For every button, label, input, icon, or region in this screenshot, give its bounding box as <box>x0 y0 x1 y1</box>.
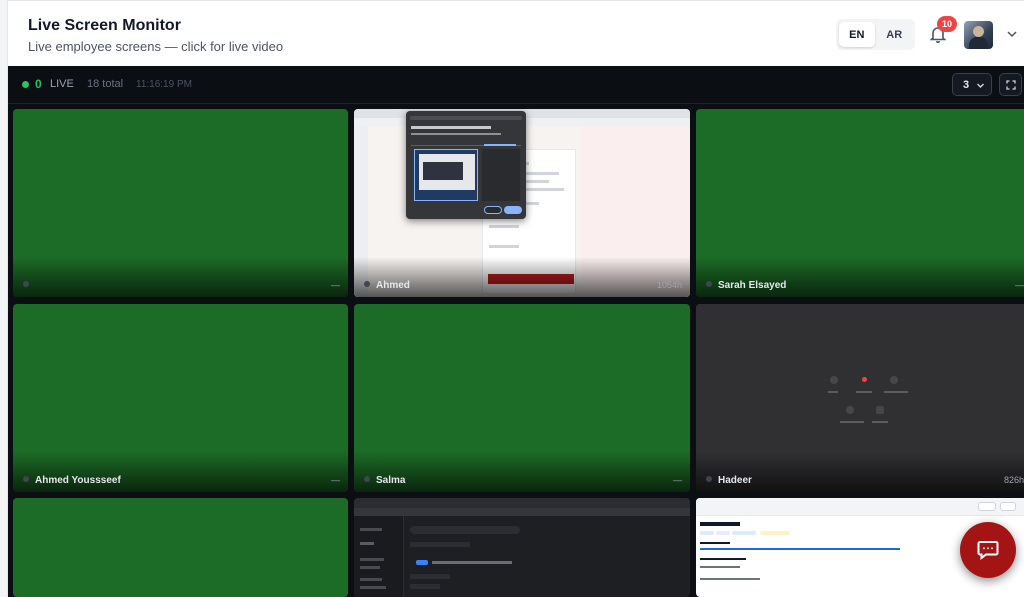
columns-value: 3 <box>963 78 970 91</box>
status-dot <box>364 281 370 287</box>
screen-tile[interactable]: Hadeer 826h <box>696 304 1024 492</box>
page-subtitle: Live employee screens — click for live v… <box>28 39 284 54</box>
total-count: 18 total <box>87 78 124 90</box>
screen-tile[interactable] <box>13 498 348 597</box>
chevron-down-icon <box>977 83 984 88</box>
clock: 11:16:19 PM <box>136 79 192 90</box>
live-status-dot <box>22 81 29 88</box>
online-duration: 1054h <box>656 280 682 290</box>
screen-monitor-panel: 0 LIVE 18 total 11:16:19 PM 3 — Ahmed 10… <box>8 66 1024 597</box>
status-dot <box>23 476 29 482</box>
online-duration: 826h <box>1003 475 1024 485</box>
fullscreen-button[interactable] <box>999 73 1022 96</box>
employee-name: Ahmed <box>376 280 410 291</box>
language-ar-button[interactable]: AR <box>877 22 913 47</box>
left-gutter <box>0 0 8 597</box>
language-en-button[interactable]: EN <box>839 22 875 47</box>
language-switcher: EN AR <box>836 19 915 50</box>
share-screen-dialog <box>406 111 526 219</box>
screen-tile[interactable]: — <box>13 109 348 297</box>
screen-tile[interactable]: Ahmed Youssseef — <box>13 304 348 492</box>
columns-select[interactable]: 3 <box>952 73 992 96</box>
screen-tile[interactable]: Sarah Elsayed — <box>696 109 1024 297</box>
screen-tile[interactable]: Salma — <box>354 304 690 492</box>
screen-preview <box>354 498 690 597</box>
online-duration: — <box>673 475 682 485</box>
employee-name: Ahmed Youssseef <box>35 475 121 486</box>
online-duration: — <box>331 475 340 485</box>
live-count: 0 <box>35 77 42 91</box>
employee-name: Hadeer <box>718 475 752 486</box>
live-label: LIVE <box>50 78 74 90</box>
page-title: Live Screen Monitor <box>28 17 181 34</box>
employee-name: Salma <box>376 475 406 486</box>
chevron-down-icon[interactable] <box>1006 28 1018 40</box>
avatar[interactable] <box>964 21 993 49</box>
notification-badge: 10 <box>937 16 957 32</box>
fullscreen-icon <box>1005 79 1016 90</box>
screen-tile[interactable]: Ahmed 1054h <box>354 109 690 297</box>
online-duration: — <box>1015 280 1024 290</box>
status-dot <box>364 476 370 482</box>
status-dot <box>23 281 29 287</box>
chat-button[interactable] <box>960 522 1016 578</box>
employee-name: Sarah Elsayed <box>718 280 787 291</box>
monitor-toolbar: 0 LIVE 18 total 11:16:19 PM 3 <box>8 66 1024 104</box>
online-duration: — <box>331 280 340 290</box>
chat-icon <box>977 541 999 560</box>
screen-tile[interactable] <box>354 498 690 597</box>
status-dot <box>706 281 712 287</box>
status-dot <box>706 476 712 482</box>
page-header: Live Screen Monitor Live employee screen… <box>8 0 1024 66</box>
